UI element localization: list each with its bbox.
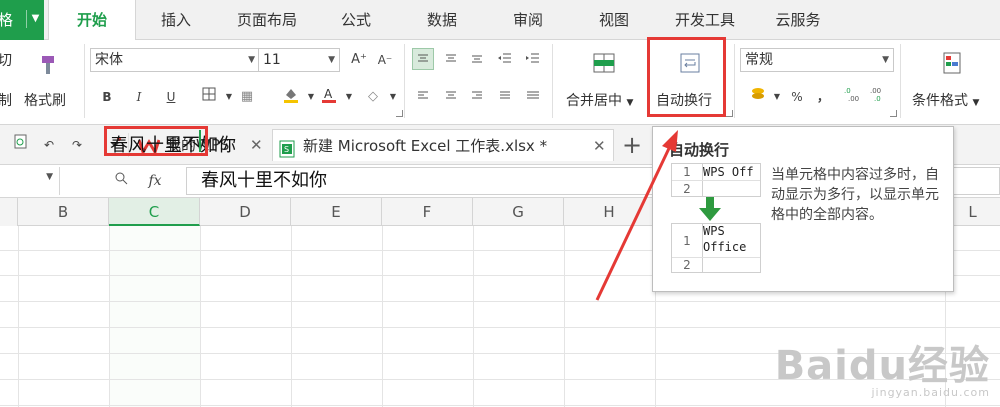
watermark: Baidu经验 jingyan.baidu.com bbox=[775, 346, 990, 399]
watermark-logo: Baidu经验 bbox=[774, 343, 990, 389]
